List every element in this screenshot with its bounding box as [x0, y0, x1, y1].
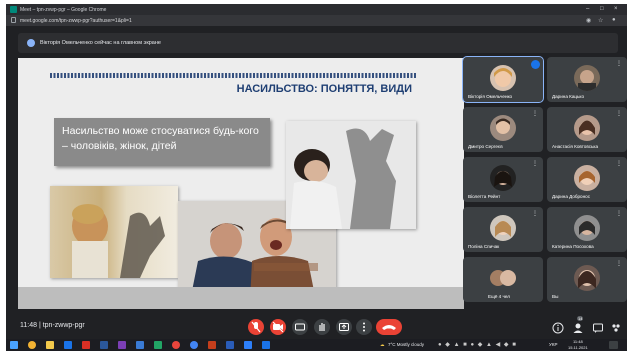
photo-frightened-child	[50, 186, 178, 278]
participant-tile[interactable]: ⋮ Дарина Добронос	[547, 157, 627, 202]
taskbar-app-icon[interactable]	[262, 341, 270, 349]
participant-tile[interactable]: ⋮ Дмитро Сергеєв	[463, 107, 543, 152]
chrome-icon[interactable]	[28, 341, 36, 349]
taskbar-app-icon[interactable]	[172, 341, 180, 349]
photo-woman-shadow	[286, 121, 416, 229]
leave-call-button[interactable]	[376, 319, 402, 335]
participant-video	[490, 65, 516, 91]
microphone-off-button[interactable]	[248, 319, 264, 335]
participant-name: Вікторія Омельченко	[468, 94, 513, 99]
participant-name: Анастасія Ковтовська	[552, 144, 599, 149]
star-icon[interactable]: ☆	[598, 17, 603, 24]
participant-tile[interactable]: ⋮ Дарина Кацько	[547, 57, 627, 102]
activities-icon[interactable]	[610, 321, 622, 333]
presenting-banner: Вікторія Омельченко сейчас на главном эк…	[18, 33, 618, 53]
windows-start-icon[interactable]	[10, 341, 18, 349]
presenting-text: Вікторія Омельченко сейчас на главном эк…	[40, 40, 161, 46]
participant-video	[574, 115, 600, 141]
slide-footer-bar	[18, 287, 464, 309]
meeting-details-icon[interactable]	[552, 321, 564, 334]
participant-video	[574, 215, 600, 241]
powerpoint-icon[interactable]	[208, 341, 216, 349]
more-options-icon[interactable]: ⋮	[616, 160, 622, 167]
more-options-icon[interactable]: ⋮	[532, 110, 538, 117]
more-options-button[interactable]	[356, 319, 372, 335]
lock-icon	[11, 17, 16, 23]
meet-favicon-icon	[10, 6, 17, 13]
present-now-button[interactable]	[336, 319, 352, 335]
screen: Meet – tpn-zvwp-pgr – Google Chrome – □ …	[6, 4, 627, 351]
more-options-icon[interactable]: ⋮	[616, 110, 622, 117]
chat-icon[interactable]	[592, 321, 604, 333]
self-video	[574, 265, 600, 291]
raise-hand-button[interactable]	[314, 319, 330, 335]
shared-screen: НАСИЛЬСТВО: ПОНЯТТЯ, ВИДИ Насильство мож…	[18, 58, 464, 309]
taskbar-app-icon[interactable]	[136, 341, 144, 349]
active-app-icon[interactable]	[244, 341, 252, 349]
participant-video	[574, 65, 600, 91]
participant-video	[574, 165, 600, 191]
notifications-icon[interactable]	[609, 341, 618, 349]
more-options-icon[interactable]: ⋮	[532, 160, 538, 167]
participant-name: Катерина Посохова	[552, 244, 594, 249]
participant-video	[490, 115, 516, 141]
window-title: Meet – tpn-zvwp-pgr – Google Chrome	[20, 7, 107, 13]
participant-name: Дарина Кацько	[552, 94, 585, 99]
slide-decor-stripe	[50, 73, 416, 78]
browser-title-bar: Meet – tpn-zvwp-pgr – Google Chrome – □ …	[6, 4, 627, 15]
weather-text: 7°C Mostly cloudy	[388, 342, 425, 347]
more-participants-label: Ещё 4 чел	[488, 294, 510, 299]
self-tile[interactable]: ⋮ Вы	[547, 257, 627, 302]
address-bar[interactable]: meet.google.com/tpn-zwwp-pgr?authuser=1&…	[6, 15, 627, 26]
minimize-icon[interactable]: –	[586, 6, 589, 13]
language-indicator[interactable]: УКР	[549, 342, 557, 347]
more-options-icon[interactable]: ⋮	[616, 60, 622, 67]
participant-tile[interactable]: ⋮ Катерина Посохова	[547, 207, 627, 252]
presenter-icon	[27, 39, 35, 47]
participant-name: Вы	[552, 294, 559, 299]
slide-title: НАСИЛЬСТВО: ПОНЯТТЯ, ВИДИ	[236, 83, 412, 95]
people-count-badge: 14	[577, 316, 584, 321]
weather-icon: ☁	[380, 342, 385, 347]
participant-video	[490, 215, 516, 241]
visual-studio-icon[interactable]	[118, 341, 126, 349]
people-icon[interactable]: 14	[572, 316, 584, 333]
premiere-icon[interactable]	[226, 341, 234, 349]
participant-tile[interactable]: ⋮ Віолетта Рейнт	[463, 157, 543, 202]
close-icon[interactable]: ×	[614, 6, 618, 13]
camera-off-button[interactable]	[270, 319, 286, 335]
excel-icon[interactable]	[154, 341, 162, 349]
participant-name: Дарина Добронос	[552, 194, 591, 199]
speaking-indicator-icon	[531, 60, 540, 69]
profile-icon[interactable]: ●	[612, 17, 616, 23]
camera-icon[interactable]: ◉	[586, 17, 591, 24]
taskbar-app-icon[interactable]	[64, 341, 72, 349]
participant-tile[interactable]: Вікторія Омельченко	[462, 56, 544, 103]
more-options-icon[interactable]: ⋮	[616, 260, 622, 267]
url-text[interactable]: meet.google.com/tpn-zwwp-pgr?authuser=1&…	[20, 18, 132, 24]
acrobat-icon[interactable]	[82, 341, 90, 349]
captions-button[interactable]	[292, 319, 308, 335]
tray-icons[interactable]: ● ◆ ▲ ■ ● ◆ ▲ ◀ ◆ ■	[438, 341, 517, 348]
more-options-icon[interactable]: ⋮	[532, 210, 538, 217]
meeting-clock: 11:48 | tpn-zwwp-pgr	[20, 322, 85, 329]
participant-tile[interactable]: ⋮ Поліна Спичак	[463, 207, 543, 252]
participant-name: Дмитро Сергеєв	[468, 144, 503, 149]
word-icon[interactable]	[100, 341, 108, 349]
file-explorer-icon[interactable]	[46, 341, 54, 349]
meeting-code: tpn-zwwp-pgr	[42, 322, 85, 329]
slide-text-box: Насильство може стосуватися будь-кого – …	[54, 118, 270, 166]
taskbar-clock[interactable]: 11:48 15.11.2021	[568, 339, 588, 350]
meeting-controls-bar: 11:48 | tpn-zwwp-pgr 14	[6, 315, 627, 339]
participant-tile[interactable]: ⋮ Анастасія Ковтовська	[547, 107, 627, 152]
taskbar-app-icon[interactable]	[190, 341, 198, 349]
more-participants-tile[interactable]: Ещё 4 чел	[463, 257, 543, 302]
maximize-icon[interactable]: □	[600, 6, 604, 13]
participant-name: Віолетта Рейнт	[468, 194, 501, 199]
more-options-icon[interactable]: ⋮	[616, 210, 622, 217]
stacked-avatars-icon	[488, 265, 518, 291]
os-taskbar: ☁ 7°C Mostly cloudy ● ◆ ▲ ■ ● ◆ ▲ ◀ ◆ ■ …	[6, 339, 627, 351]
participant-video	[490, 165, 516, 191]
participant-name: Поліна Спичак	[468, 244, 500, 249]
